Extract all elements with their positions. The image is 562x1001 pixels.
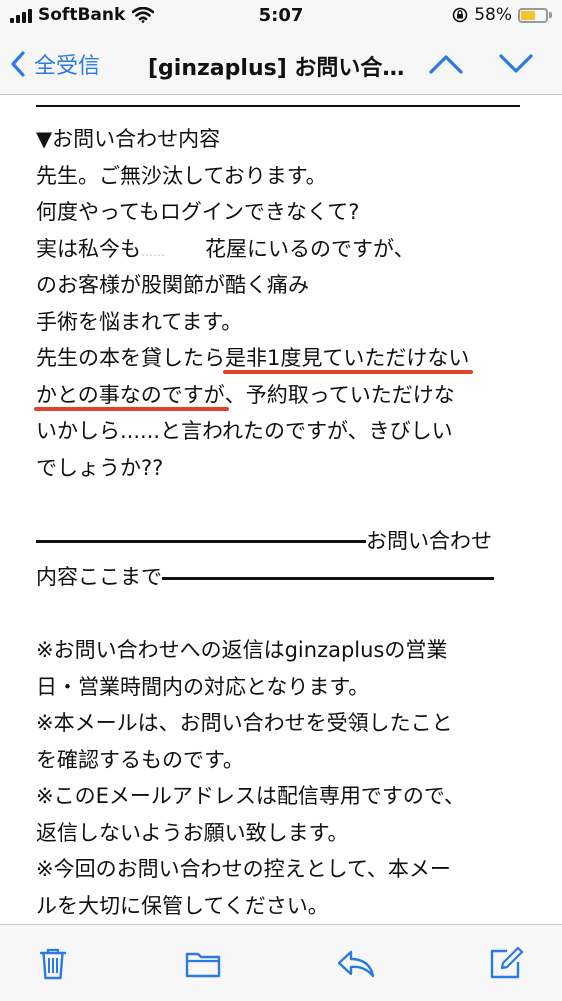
divider-label: お問い合わせ: [366, 528, 492, 553]
redacted-text: ……: [141, 244, 165, 259]
chevron-left-icon: [11, 51, 25, 77]
inquiry-heading: ▼お問い合わせ内容: [36, 127, 221, 151]
body-text: 、予約取っていただけな: [224, 382, 455, 407]
notice-line: を確認するものです。: [36, 747, 244, 772]
divider-line: [36, 540, 366, 543]
body-line: 何度やってもログインできなくて?: [36, 200, 360, 224]
divider-line: [36, 105, 520, 107]
trash-icon: [39, 948, 67, 980]
notice-line: 日・営業時間内の対応となります。: [36, 674, 370, 699]
notice-line: ※このEメールアドレスは配信専用ですので、: [36, 784, 466, 808]
folder-icon: [185, 952, 221, 978]
body-line: でしょうか??: [36, 455, 164, 480]
reply-button[interactable]: [336, 945, 375, 981]
compose-icon: [490, 946, 524, 979]
battery-tip: [549, 12, 552, 18]
body-text: 先生の本を貸したら: [36, 346, 225, 370]
body-line: 先生。ご無沙汰しております。: [36, 163, 327, 188]
divider-line-with-text: お問い合わせ: [36, 523, 536, 560]
body-text: 実は私今も: [36, 236, 141, 261]
body-text: 花屋にいるのですが、: [205, 236, 415, 261]
chevron-up-icon: [429, 55, 463, 74]
orientation-lock-icon: [452, 7, 468, 23]
status-bar: SoftBank 5:07 58%: [0, 0, 562, 34]
back-label: 全受信: [34, 54, 101, 79]
body-line: 先生の本を貸したら是非1度見ていただけない: [36, 340, 536, 377]
divider-line: [162, 576, 494, 580]
battery-percent: 58%: [474, 5, 512, 25]
notice-line: ※お問い合わせへの返信はginzaplusの営業: [36, 638, 448, 662]
battery-level: [521, 10, 535, 20]
move-to-folder-button[interactable]: [185, 945, 221, 981]
notice-line: ルを大切に保管してください。: [36, 893, 329, 918]
notice-line: ※本メールは、お問い合わせを受領したこと: [36, 711, 453, 735]
notice-line: 返信しないようお願い致します。: [36, 820, 349, 845]
delete-button[interactable]: [35, 945, 71, 981]
divider-label: 内容ここまで: [36, 565, 162, 589]
body-line: いかしら......と言われたのですが、きびしい: [36, 419, 453, 443]
back-button[interactable]: 全受信: [10, 48, 100, 80]
status-right: 58%: [452, 5, 552, 25]
red-underlined-text: かとの事なのですが: [36, 382, 225, 407]
mail-toolbar: [0, 924, 562, 1001]
body-line: 手術を悩まれてます。: [36, 309, 243, 334]
battery-icon: [518, 7, 548, 23]
mail-subject-title: [ginzaplus] お問い合…: [148, 56, 405, 81]
body-line: かとの事なのですが、予約取っていただけな: [36, 377, 536, 414]
chevron-down-icon: [499, 54, 533, 73]
body-line: のお客様が股関節が酷く痛み: [36, 273, 309, 297]
reply-icon: [337, 950, 375, 978]
compose-button[interactable]: [488, 945, 524, 981]
mail-text: ▼お問い合わせ内容 先生。ご無沙汰しております。 何度やってもログインできなくて…: [36, 121, 536, 923]
body-line: 実は私今も…… 花屋にいるのですが、: [36, 231, 536, 268]
next-message-button[interactable]: [498, 50, 534, 82]
divider-line-with-text: 内容ここまで: [36, 559, 536, 596]
previous-message-button[interactable]: [428, 50, 464, 82]
mail-nav-bar: 全受信 [ginzaplus] お問い合…: [0, 34, 562, 95]
mail-body[interactable]: ▼お問い合わせ内容 先生。ご無沙汰しております。 何度やってもログインできなくて…: [0, 95, 562, 923]
red-underlined-text: 是非1度見ていただけない: [225, 346, 470, 370]
notice-line: ※今回のお問い合わせの控えとして、本メー: [36, 857, 451, 881]
